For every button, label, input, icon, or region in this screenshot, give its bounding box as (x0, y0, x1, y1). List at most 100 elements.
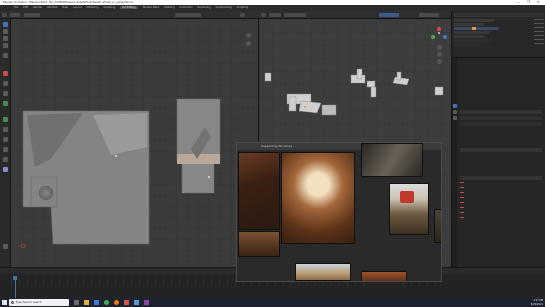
reference-photo-strip[interactable] (434, 209, 441, 243)
uv-menu-group[interactable] (24, 12, 40, 17)
properties-tab-icon[interactable] (452, 110, 457, 114)
scale-tool-icon[interactable] (3, 43, 8, 48)
overlay-buttons[interactable] (419, 12, 439, 17)
menu-window[interactable]: Window (47, 6, 57, 9)
uv-view-options-button[interactable] (240, 12, 245, 17)
reference-photo-courtyard[interactable] (281, 152, 355, 244)
panel-header[interactable] (460, 110, 542, 114)
taskbar-search-placeholder: Type here to search (16, 301, 42, 304)
rip-tool-icon[interactable] (3, 101, 8, 106)
blender-icon[interactable] (114, 300, 119, 305)
uv-editor[interactable] (11, 19, 259, 267)
mail-icon[interactable] (94, 300, 99, 305)
taskbar-date: 6/29/2021 (530, 302, 543, 306)
viewport-menus[interactable] (284, 12, 306, 17)
reference-photo-arch[interactable] (361, 271, 407, 281)
wrench-icon[interactable] (452, 104, 457, 108)
measure-tool-icon[interactable] (3, 137, 8, 142)
playhead-line (15, 280, 16, 298)
zoom-icon[interactable] (246, 33, 251, 38)
pinch-tool-icon[interactable] (3, 91, 8, 96)
tab-compositing[interactable]: Compositing (216, 6, 232, 9)
chrome-icon[interactable] (104, 300, 109, 305)
menu-help[interactable]: Help (62, 6, 68, 9)
uv-canvas (20, 98, 221, 249)
transform-tool-icon[interactable] (3, 127, 8, 132)
outliner-search[interactable] (454, 13, 544, 17)
tab-texture-paint[interactable]: Texture Paint (143, 6, 160, 9)
taskbar-app-icon[interactable] (134, 300, 139, 305)
windows-start-icon[interactable] (2, 300, 7, 305)
outliner[interactable] (451, 11, 545, 58)
image-selector[interactable] (175, 12, 201, 17)
properties-tab-icon[interactable] (452, 116, 457, 120)
uv-editor-header (0, 11, 259, 19)
mesh-object-icon (472, 27, 476, 30)
tool-shelf (0, 19, 11, 267)
search-icon (11, 301, 14, 304)
menu-render[interactable]: Render (33, 6, 42, 9)
reference-photo-room[interactable] (238, 231, 280, 257)
tab-uv-editing[interactable]: UV Editing (120, 6, 138, 9)
lamp-icon[interactable] (3, 167, 8, 172)
reference-photo-ceiling[interactable] (238, 152, 280, 230)
visibility-toggles[interactable] (534, 19, 544, 46)
reference-photo-domes[interactable] (295, 263, 351, 281)
panel-header[interactable] (460, 176, 542, 180)
annotate-tool-icon[interactable] (3, 53, 8, 58)
grab-tool-icon[interactable] (3, 71, 8, 76)
uv-2d-cursor (20, 243, 26, 249)
panel-row[interactable] (460, 116, 542, 120)
properties-tab-column (452, 58, 457, 267)
camera-icon[interactable] (3, 157, 8, 162)
rotate-tool-icon[interactable] (3, 36, 8, 41)
tab-modeling[interactable]: Modeling (87, 6, 99, 9)
taskbar-clock[interactable]: 4:17 PM 6/29/2021 (510, 299, 543, 307)
folder-icon[interactable] (84, 300, 89, 305)
edit-mode-dropdown[interactable] (269, 12, 281, 17)
outliner-row[interactable] (454, 39, 492, 42)
outliner-row-selected[interactable] (454, 27, 498, 30)
sample-tool-icon[interactable] (3, 117, 8, 122)
move-tool-icon[interactable] (3, 29, 8, 34)
viewport-zoom-icon[interactable] (437, 45, 442, 50)
viewport-pan-icon[interactable] (437, 52, 442, 57)
outliner-row[interactable] (454, 31, 490, 34)
windows-taskbar: Type here to search 4:17 PM 6/29/2021 (0, 298, 545, 307)
panel-row[interactable] (460, 122, 542, 126)
tab-rendering[interactable]: Rendering (198, 6, 211, 9)
taskbar-app-icon[interactable] (144, 300, 149, 305)
menu-file[interactable]: File (14, 6, 18, 9)
tab-animation[interactable]: Animation (179, 6, 192, 9)
menu-edit[interactable]: Edit (23, 6, 28, 9)
viewport-camera-icon[interactable] (437, 59, 442, 64)
tab-sculpting[interactable]: Sculpting (103, 6, 115, 9)
editor-type-button[interactable] (2, 12, 7, 17)
material-slot-list[interactable] (460, 182, 464, 222)
reference-photo-interior[interactable] (361, 143, 423, 177)
viewport-editor-type-button[interactable] (261, 12, 266, 17)
tab-layout[interactable]: Layout (73, 6, 82, 9)
panel-header[interactable] (460, 148, 542, 152)
taskbar-search-box[interactable]: Type here to search (9, 299, 69, 306)
machine-dial (400, 191, 414, 203)
window-title: Blender [C:\Users\...\Blender\2021_Fan_A… (3, 1, 133, 4)
outliner-row[interactable] (454, 43, 480, 46)
cursor-tool-icon[interactable] (3, 22, 8, 27)
shading-mode-buttons[interactable] (379, 12, 399, 17)
tab-shading[interactable]: Shading (164, 6, 175, 9)
outliner-row[interactable] (454, 35, 484, 38)
properties-editor[interactable] (451, 58, 545, 267)
uv-mode-dropdown[interactable] (10, 12, 20, 17)
hand-tool-icon[interactable] (3, 244, 8, 249)
outliner-row[interactable] (454, 23, 484, 26)
add-tool-icon[interactable] (3, 147, 8, 152)
tab-scripting[interactable]: Scripting (237, 6, 249, 9)
viewport-header (259, 11, 451, 19)
reference-window[interactable]: Supporting Structure (236, 142, 442, 282)
outliner-row[interactable] (454, 19, 494, 22)
taskbar-app-icon[interactable] (124, 300, 129, 305)
task-view-icon[interactable] (74, 300, 79, 305)
pan-icon[interactable] (246, 41, 251, 46)
relax-tool-icon[interactable] (3, 81, 8, 86)
